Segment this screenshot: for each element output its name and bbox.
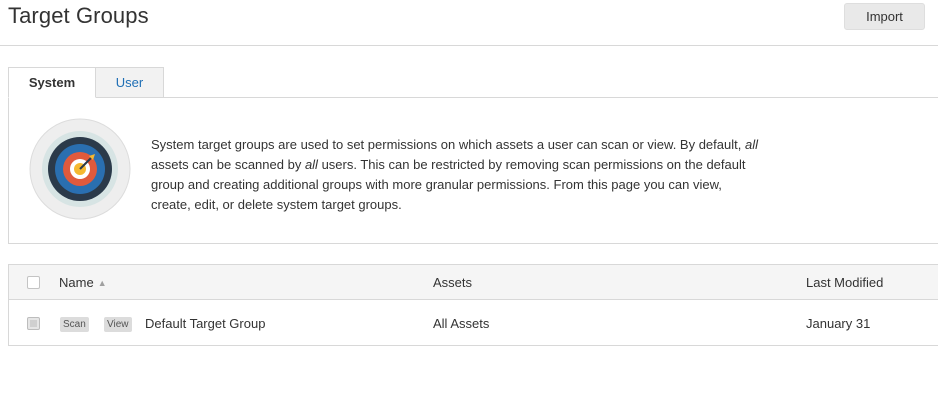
sort-ascending-icon: ▲ xyxy=(97,278,107,288)
info-description: System target groups are used to set per… xyxy=(151,135,761,215)
column-header-label: Name xyxy=(59,275,94,290)
column-header-name[interactable]: Name ▲ xyxy=(59,275,107,290)
view-permission-badge[interactable]: View xyxy=(104,317,132,332)
table-row[interactable]: Scan View Default Target Group All Asset… xyxy=(9,301,938,346)
column-header-assets[interactable]: Assets xyxy=(433,275,472,290)
info-text-part: assets can be scanned by xyxy=(151,157,305,172)
info-emphasis: all xyxy=(304,157,318,172)
table-header: Name ▲ Assets Last Modified xyxy=(9,265,938,300)
tab-system[interactable]: System xyxy=(8,67,96,98)
select-all-checkbox[interactable] xyxy=(27,276,40,289)
group-last-modified: January 31 xyxy=(806,316,871,331)
info-panel: System target groups are used to set per… xyxy=(8,97,938,244)
target-groups-table: Name ▲ Assets Last Modified Scan View Def… xyxy=(8,264,938,346)
page-title: Target Groups xyxy=(8,3,149,28)
row-checkbox xyxy=(27,317,40,330)
import-button[interactable]: Import xyxy=(844,3,925,30)
info-emphasis: all xyxy=(744,137,758,152)
page-header: Target Groups Import xyxy=(0,0,938,46)
group-assets: All Assets xyxy=(433,316,490,331)
group-name[interactable]: Default Target Group xyxy=(145,316,265,331)
target-icon xyxy=(29,118,131,220)
column-header-last-modified[interactable]: Last Modified xyxy=(806,275,883,290)
tab-bar: System User xyxy=(8,67,164,98)
scan-permission-badge[interactable]: Scan xyxy=(60,317,89,332)
tab-user[interactable]: User xyxy=(96,67,164,98)
info-text-part: System target groups are used to set per… xyxy=(151,137,745,152)
